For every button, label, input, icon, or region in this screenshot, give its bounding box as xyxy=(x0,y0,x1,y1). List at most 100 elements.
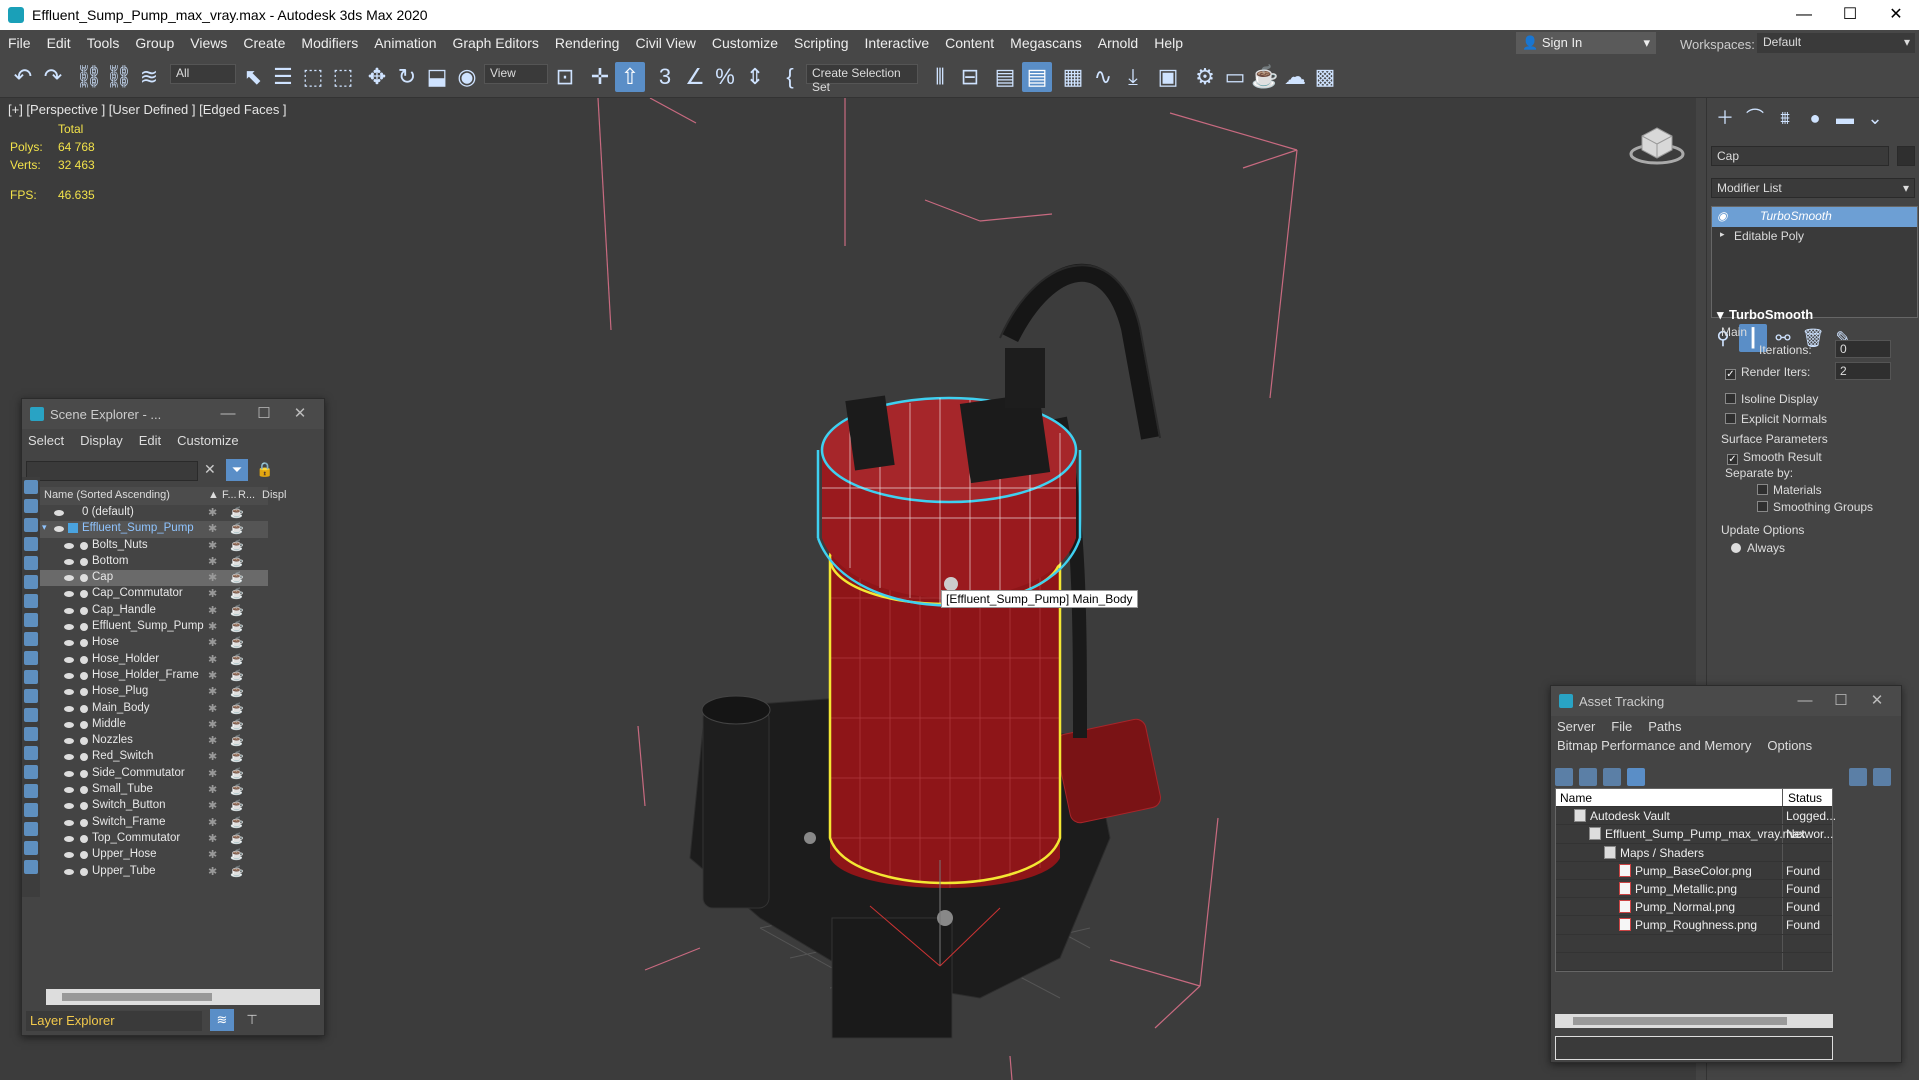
maximize-button[interactable]: ☐ xyxy=(1823,686,1859,716)
display-filter-icon[interactable] xyxy=(24,632,38,646)
display-filter-icon[interactable] xyxy=(24,613,38,627)
asset-row[interactable]: Maps / Shaders xyxy=(1556,843,1832,862)
object-row[interactable]: Effluent_Sump_Pump ✱ ☕ xyxy=(40,619,268,635)
angle-snap-icon[interactable]: ∠ xyxy=(680,62,710,92)
renderable-icon[interactable]: ☕ xyxy=(230,555,244,568)
menu-scripting[interactable]: Scripting xyxy=(786,35,856,51)
eye-icon[interactable] xyxy=(64,738,74,745)
table-view-icon[interactable] xyxy=(1627,768,1645,786)
spinner-snap-icon[interactable]: ⇕ xyxy=(740,62,770,92)
modify-tab-icon[interactable]: ⌒ xyxy=(1741,104,1769,132)
renderable-icon[interactable]: ☕ xyxy=(230,653,244,666)
asset-row[interactable]: Pump_Roughness.png Found xyxy=(1556,916,1832,935)
freeze-icon[interactable]: ✱ xyxy=(208,832,217,845)
eye-icon[interactable] xyxy=(64,607,74,614)
column-status-header[interactable]: Status xyxy=(1788,791,1822,805)
display-filter-icon[interactable] xyxy=(24,689,38,703)
asset-tracking-titlebar[interactable]: Asset Tracking — ☐ ✕ xyxy=(1551,686,1901,716)
select-object-icon[interactable]: ⬉ xyxy=(238,62,268,92)
checkbox-icon[interactable] xyxy=(1757,501,1768,512)
display-filter-icon[interactable] xyxy=(24,556,38,570)
menu-content[interactable]: Content xyxy=(937,35,1002,51)
menu-megascans[interactable]: Megascans xyxy=(1002,35,1090,51)
freeze-icon[interactable]: ✱ xyxy=(208,734,217,747)
renderable-icon[interactable]: ☕ xyxy=(230,604,244,617)
menu-views[interactable]: Views xyxy=(182,35,235,51)
menu-help[interactable]: Help xyxy=(1146,35,1191,51)
toggle-scene-explorer-icon[interactable]: ▤ xyxy=(990,62,1020,92)
lock-icon[interactable]: 🔒 xyxy=(256,461,273,478)
link-icon[interactable]: ⛓ xyxy=(74,62,104,92)
renderable-icon[interactable]: ☕ xyxy=(230,734,244,747)
column-name-header[interactable]: Name (Sorted Ascending) xyxy=(44,489,170,501)
menu-group[interactable]: Group xyxy=(127,35,182,51)
object-row[interactable]: Side_Commutator ✱ ☕ xyxy=(40,766,268,782)
object-row[interactable]: Main_Body ✱ ☕ xyxy=(40,701,268,717)
workspaces-dropdown[interactable]: Default ▾ xyxy=(1757,33,1915,53)
tree-view-icon[interactable] xyxy=(1603,768,1621,786)
eye-icon[interactable] xyxy=(64,803,74,810)
renderable-icon[interactable]: ☕ xyxy=(230,832,244,845)
sign-in-button[interactable]: 👤 Sign In ▾ xyxy=(1516,32,1656,54)
horizontal-scrollbar[interactable] xyxy=(46,989,320,1005)
display-tab-icon[interactable]: ▬ xyxy=(1831,104,1859,132)
menu-create[interactable]: Create xyxy=(235,35,293,51)
renderable-icon[interactable]: ☕ xyxy=(230,539,244,552)
renderable-icon[interactable]: ☕ xyxy=(230,767,244,780)
freeze-icon[interactable]: ✱ xyxy=(208,816,217,829)
close-button[interactable]: ✕ xyxy=(282,399,318,429)
renderable-icon[interactable]: ☕ xyxy=(230,848,244,861)
selection-filter-dropdown[interactable]: All xyxy=(170,64,236,84)
column-display-header[interactable]: Displ xyxy=(262,489,286,501)
menu-edit[interactable]: Edit xyxy=(139,433,161,448)
object-row[interactable]: Cap_Handle ✱ ☕ xyxy=(40,603,268,619)
modifier-turbosmooth[interactable]: ◉ TurboSmooth xyxy=(1712,207,1917,227)
renderable-icon[interactable]: ☕ xyxy=(230,750,244,763)
explicit-normals-checkbox[interactable]: Explicit Normals xyxy=(1725,412,1827,426)
eye-icon[interactable] xyxy=(64,591,74,598)
display-filter-icon[interactable] xyxy=(24,575,38,589)
menu-tools[interactable]: Tools xyxy=(79,35,128,51)
minimize-button[interactable]: — xyxy=(210,399,246,429)
object-color-swatch[interactable] xyxy=(1897,146,1915,166)
menu-interactive[interactable]: Interactive xyxy=(857,35,938,51)
freeze-icon[interactable]: ✱ xyxy=(208,587,217,600)
object-row[interactable]: Hose_Holder_Frame ✱ ☕ xyxy=(40,668,268,684)
minimize-button[interactable]: — xyxy=(1781,0,1827,30)
freeze-icon[interactable]: ✱ xyxy=(208,653,217,666)
rendered-frame-window-icon[interactable]: ▭ xyxy=(1220,62,1250,92)
settings-icon[interactable] xyxy=(1873,768,1891,786)
display-filter-icon[interactable] xyxy=(24,822,38,836)
hierarchy-tab-icon[interactable]: ⩩ xyxy=(1771,104,1799,132)
checkbox-icon[interactable] xyxy=(1725,413,1736,424)
menu-server[interactable]: Server xyxy=(1557,719,1595,734)
display-filter-icon[interactable] xyxy=(24,594,38,608)
sort-by-layer-icon[interactable]: ≋ xyxy=(210,1009,234,1031)
asset-row[interactable]: Pump_Metallic.png Found xyxy=(1556,879,1832,899)
snaps-toggle-icon[interactable]: 3 xyxy=(650,62,680,92)
object-row[interactable]: Hose_Plug ✱ ☕ xyxy=(40,684,268,700)
sort-by-hierarchy-icon[interactable]: ⊤ xyxy=(240,1009,264,1031)
object-row[interactable]: Bottom ✱ ☕ xyxy=(40,554,268,570)
menu-civil-view[interactable]: Civil View xyxy=(627,35,703,51)
selection-set-dropdown[interactable]: Create Selection Set xyxy=(806,64,918,94)
menu-bitmap-performance-and-memory[interactable]: Bitmap Performance and Memory xyxy=(1557,738,1751,753)
scrollbar-thumb[interactable] xyxy=(62,993,212,1001)
modifier-list-dropdown[interactable]: Modifier List ▾ xyxy=(1711,178,1915,198)
menu-graph-editors[interactable]: Graph Editors xyxy=(444,35,546,51)
scene-explorer-titlebar[interactable]: Scene Explorer - ... — ☐ ✕ xyxy=(22,399,324,429)
freeze-icon[interactable]: ✱ xyxy=(208,522,217,535)
eye-icon[interactable] xyxy=(64,672,74,679)
renderable-icon[interactable]: ☕ xyxy=(230,685,244,698)
column-name-header[interactable]: Name xyxy=(1560,791,1592,805)
menu-file[interactable]: File xyxy=(1611,719,1632,734)
display-filter-icon[interactable] xyxy=(24,841,38,855)
asset-row[interactable]: Pump_Normal.png Found xyxy=(1556,898,1832,917)
toggle-layer-explorer-icon[interactable]: ▤ xyxy=(1022,62,1052,92)
renderable-icon[interactable]: ☕ xyxy=(230,587,244,600)
place-icon[interactable]: ◉ xyxy=(452,62,482,92)
freeze-icon[interactable]: ✱ xyxy=(208,506,217,519)
eye-icon[interactable] xyxy=(64,770,74,777)
scrollbar-thumb[interactable] xyxy=(1573,1017,1787,1025)
eye-icon[interactable] xyxy=(64,787,74,794)
